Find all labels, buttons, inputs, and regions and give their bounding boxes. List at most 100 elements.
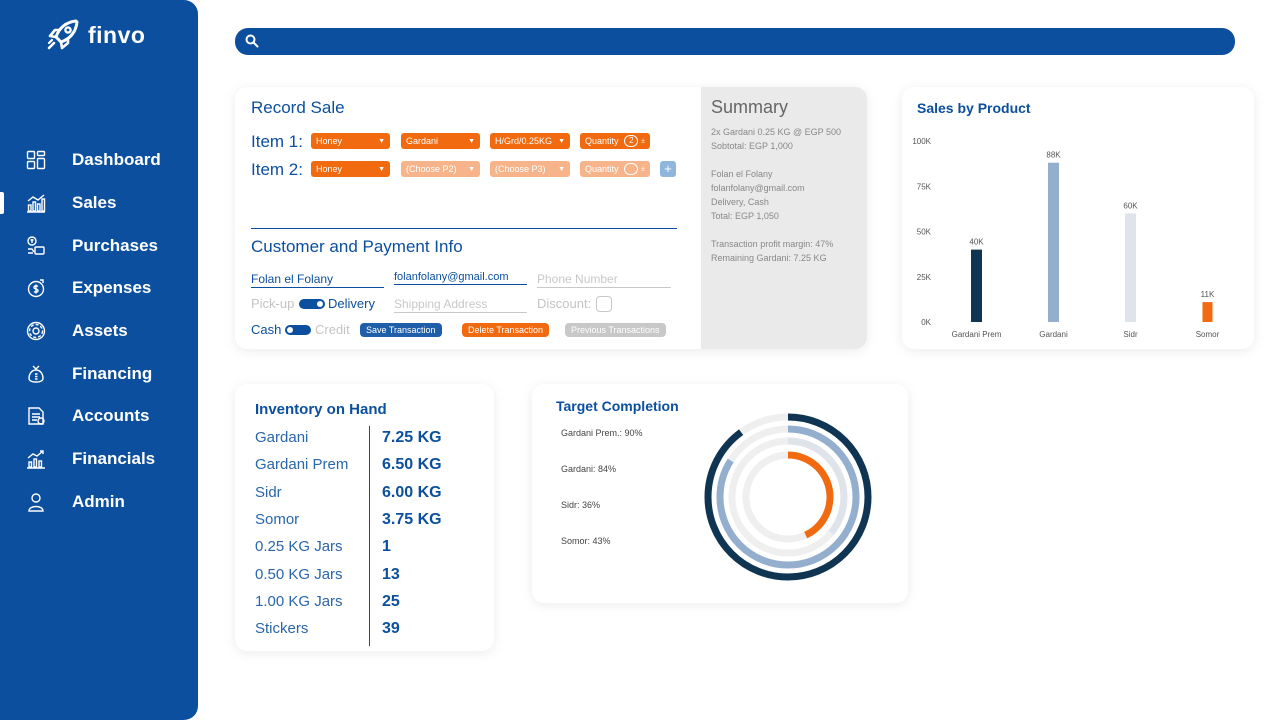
stepper-icon[interactable]: ± (641, 166, 645, 173)
stepper-icon[interactable]: ± (641, 138, 645, 145)
item-2-product-select[interactable]: Honey ▼ (311, 161, 390, 177)
plus-icon: + (664, 161, 672, 176)
delivery-option[interactable]: Delivery (328, 296, 375, 311)
chart-title: Sales by Product (917, 100, 1031, 116)
sidebar-item-sales[interactable]: Sales (0, 185, 198, 221)
app-name: finvo (88, 21, 146, 48)
chart-title: Target Completion (556, 398, 679, 414)
chevron-down-icon: ▼ (378, 137, 385, 145)
summary-line: Transaction profit margin: 47% (711, 239, 834, 249)
inventory-item-name: Stickers (255, 620, 309, 638)
item-1-label: Item 1: (251, 132, 303, 151)
expenses-icon (27, 279, 45, 298)
chevron-down-icon: ▼ (378, 165, 385, 173)
inventory-item-value: 25 (382, 592, 400, 610)
target-completion-card: Target Completion Gardani Prem.: 90% Garda… (532, 384, 908, 603)
summary-panel: Summary 2x Gardani 0.25 KG @ EGP 500 Sob… (701, 87, 867, 349)
chevron-down-icon: ▼ (468, 137, 475, 145)
y-tick-label: 0K (921, 318, 931, 327)
sidebar-item-label: Financing (72, 364, 153, 383)
inventory-item-name: Sidr (255, 483, 282, 501)
item-1-product-select[interactable]: Honey ▼ (311, 133, 390, 149)
sidebar-item-financing[interactable]: Financing (0, 356, 198, 392)
shipping-address-field[interactable]: Shipping Address (394, 297, 527, 313)
purchases-icon (27, 236, 45, 255)
inventory-item-name: 0.50 KG Jars (255, 565, 343, 583)
app-root: finvo Dashboard Sales Purchases Expenses… (0, 0, 1280, 720)
sidebar-item-accounts[interactable]: Accounts (0, 398, 198, 434)
payment-toggle[interactable] (285, 325, 311, 335)
discount-checkbox[interactable] (596, 296, 612, 312)
summary-line: Sobtotal: EGP 1,000 (711, 141, 793, 151)
bar (1125, 213, 1136, 322)
record-sale-title: Record Sale (251, 98, 345, 117)
previous-transactions-button[interactable]: Previous Transactions (565, 323, 666, 337)
pickup-option[interactable]: Pick-up (251, 296, 294, 311)
item-1-variant-select[interactable]: Gardani ▼ (401, 133, 480, 149)
financials-icon (27, 450, 45, 469)
sales-chart-icon (27, 194, 46, 213)
search-icon (245, 34, 259, 48)
inventory-card: Inventory on Hand Gardani 7.25 KG Gardani … (235, 384, 494, 651)
sales-by-product-chart: Sales by Product 0K 25K 50K 75K 100K 40K Gardan… (912, 100, 1220, 339)
cash-option[interactable]: Cash (251, 322, 281, 337)
delivery-toggle[interactable] (299, 299, 325, 309)
chevron-down-icon: ▼ (558, 137, 565, 145)
sidebar-item-label: Financials (72, 449, 156, 468)
sales-by-product-card: Sales by Product 0K 25K 50K 75K 100K 40K Gardan… (902, 87, 1254, 349)
phone-field[interactable]: Phone Number (537, 272, 671, 288)
bar (971, 249, 982, 322)
item-2-size-select[interactable]: (Choose P3) ▼ (490, 161, 570, 177)
quantity-value[interactable] (624, 163, 639, 175)
x-tick-label: Gardani (1039, 330, 1068, 339)
data-label: 88K (1046, 151, 1061, 160)
search-input[interactable] (265, 31, 1215, 52)
customer-name-field[interactable]: Folan el Folany (251, 272, 384, 288)
item-1-size-select[interactable]: H/Grd/0.25KG ▼ (490, 133, 570, 149)
data-label: 60K (1123, 201, 1138, 210)
sidebar-item-label: Dashboard (72, 150, 161, 169)
chevron-down-icon: ▼ (558, 165, 565, 173)
email-field[interactable]: folanfolany@gmail.com (394, 271, 527, 285)
inventory-item-value: 7.25 KG (382, 429, 442, 446)
inventory-item-name: 1.00 KG Jars (255, 592, 343, 610)
sidebar-item-label: Admin (72, 492, 125, 511)
y-tick-label: 50K (917, 228, 932, 237)
assets-gear-icon (26, 321, 46, 341)
item-2-quantity-stepper[interactable]: Quantity ± (580, 161, 650, 177)
series-label: Sidr: 36% (561, 500, 600, 510)
delete-transaction-button[interactable]: Delete Transaction (462, 323, 550, 337)
sidebar-item-label: Accounts (72, 406, 150, 425)
record-sale-card: Record Sale Item 1: Honey ▼ Gardani ▼ H/Gr… (235, 87, 867, 349)
chevron-down-icon: ▼ (468, 165, 475, 173)
add-item-button[interactable]: + (660, 161, 676, 177)
credit-option[interactable]: Credit (315, 322, 350, 337)
logo[interactable]: finvo (46, 18, 145, 52)
inventory-title: Inventory on Hand (255, 401, 387, 418)
y-tick-label: 25K (917, 273, 932, 282)
quantity-label: Quantity (585, 136, 619, 146)
inventory-item-name: 0.25 KG Jars (255, 538, 343, 556)
sidebar-item-admin[interactable]: Admin (0, 484, 198, 520)
x-tick-label: Somor (1196, 330, 1220, 339)
summary-line: Total: EGP 1,050 (711, 211, 779, 221)
item-1-quantity-stepper[interactable]: Quantity 2 ± (580, 133, 650, 149)
search-bar[interactable] (235, 28, 1235, 55)
y-tick-label: 75K (917, 182, 932, 191)
summary-line: Folan el Folany (711, 169, 773, 179)
select-value: Honey (316, 136, 343, 146)
quantity-value[interactable]: 2 (624, 135, 639, 147)
sidebar-item-financials[interactable]: Financials (0, 441, 198, 477)
sidebar: finvo Dashboard Sales Purchases Expenses… (0, 0, 198, 720)
sidebar-item-purchases[interactable]: Purchases (0, 228, 198, 264)
item-2-variant-select[interactable]: (Choose P2) ▼ (401, 161, 480, 177)
target-completion-chart: Target Completion Gardani Prem.: 90% Garda… (556, 398, 872, 581)
customer-section-title: Customer and Payment Info (251, 237, 463, 256)
x-tick-label: Sidr (1123, 330, 1138, 339)
inventory-item-value: 3.75 KG (382, 510, 442, 528)
sidebar-item-expenses[interactable]: Expenses (0, 270, 198, 306)
sidebar-item-assets[interactable]: Assets (0, 313, 198, 349)
save-transaction-button[interactable]: Save Transaction (360, 323, 442, 337)
inventory-item-value: 6.00 KG (382, 483, 442, 501)
sidebar-item-dashboard[interactable]: Dashboard (0, 142, 198, 178)
